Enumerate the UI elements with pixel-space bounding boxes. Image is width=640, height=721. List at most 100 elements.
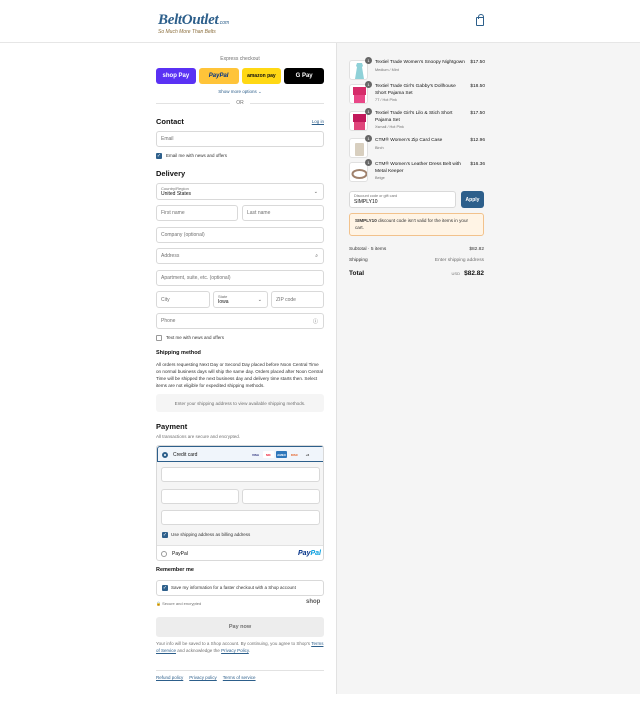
brand-logo[interactable]: BeltOutlet.com So Much More Than Belts bbox=[158, 11, 230, 36]
shipping-row: Shipping Enter shipping address bbox=[349, 258, 484, 263]
zip-field[interactable]: ZIP code bbox=[271, 291, 324, 308]
item-title: CTM® Women's Zip Card Case bbox=[375, 138, 443, 143]
discount-error-notice: SIMPLY10 discount code isn't valid for t… bbox=[349, 213, 484, 236]
total-row: Total USD $82.82 bbox=[349, 270, 484, 277]
name-on-card-field[interactable] bbox=[161, 510, 320, 525]
item-variant: Medium / Mint bbox=[375, 67, 399, 72]
paypal-button[interactable]: PayPal bbox=[198, 68, 239, 84]
express-checkout-title: Express checkout bbox=[220, 56, 260, 62]
secure-encrypted-text: 🔒 Secure and encrypted bbox=[156, 601, 202, 606]
help-icon[interactable]: ⓘ bbox=[313, 318, 318, 325]
total-label: Total bbox=[349, 270, 365, 277]
item-variant: 7T / Hot Pink bbox=[375, 98, 397, 102]
footer-links: Refund policy Privacy policy Terms of se… bbox=[156, 675, 256, 680]
item-price: $18.50 bbox=[470, 84, 485, 89]
country-select[interactable]: Country/Region United States ⌄ bbox=[156, 183, 324, 200]
more-cards-badge: +6 bbox=[305, 452, 310, 457]
security-code-field[interactable] bbox=[242, 489, 320, 504]
shop-privacy-link[interactable]: Privacy Policy bbox=[221, 648, 249, 653]
item-title: Textiel Trade Women's Snoopy Nightgown bbox=[375, 60, 465, 65]
payment-subtitle: All transactions are secure and encrypte… bbox=[156, 434, 241, 439]
first-name-placeholder: First name bbox=[161, 210, 185, 216]
news-checkbox[interactable]: ✓ bbox=[156, 153, 162, 159]
terms-of-service-link[interactable]: Terms of service bbox=[223, 675, 256, 680]
last-name-field[interactable]: Last name bbox=[242, 205, 324, 221]
apartment-placeholder: Apartment, suite, etc. (optional) bbox=[161, 275, 231, 281]
remember-me-option[interactable]: ✓ Save my information for a faster check… bbox=[156, 580, 324, 596]
shopping-bag-icon[interactable] bbox=[476, 14, 484, 26]
save-info-checkbox[interactable]: ✓ bbox=[162, 585, 168, 591]
company-field[interactable]: Company (optional) bbox=[156, 227, 324, 243]
amex-icon: AMEX bbox=[276, 451, 287, 458]
brand-suffix: .com bbox=[218, 20, 230, 26]
state-select[interactable]: State Iowa ⌄ bbox=[213, 291, 268, 308]
privacy-policy-link[interactable]: Privacy policy bbox=[189, 675, 217, 680]
expiry-field[interactable] bbox=[161, 489, 239, 504]
credit-card-radio[interactable] bbox=[162, 452, 168, 458]
card-number-field[interactable] bbox=[161, 467, 320, 482]
amazon-pay-button[interactable]: amazon pay bbox=[241, 68, 282, 84]
shop-logo: shop bbox=[306, 599, 321, 605]
legal-mid: and acknowledge the bbox=[177, 648, 220, 653]
billing-label: Use shipping address as billing address bbox=[171, 532, 251, 537]
cart-item: 1 Textiel Trade Girl's Gabby's Dollhouse… bbox=[349, 81, 485, 110]
apartment-field[interactable]: Apartment, suite, etc. (optional) bbox=[156, 270, 324, 286]
phone-field[interactable]: Phone ⓘ bbox=[156, 313, 324, 329]
secure-label: Secure and encrypted bbox=[162, 601, 202, 606]
delivery-heading: Delivery bbox=[156, 169, 186, 178]
item-name: Textiel Trade Girl's Lilo & Stich Short … bbox=[375, 111, 467, 130]
legal-end: . bbox=[248, 648, 251, 653]
company-placeholder: Company (optional) bbox=[161, 232, 205, 238]
item-name: Textiel Trade Girl's Gabby's Dollhouse S… bbox=[375, 84, 467, 103]
shipping-description: All orders requesting Next Day or Second… bbox=[156, 362, 323, 388]
apply-discount-button[interactable]: Apply bbox=[461, 191, 484, 208]
first-name-field[interactable]: First name bbox=[156, 205, 238, 221]
legal-text: Your info will be saved to a Shop accoun… bbox=[156, 640, 324, 654]
credit-card-option[interactable]: Credit card VISA MC AMEX DISC +6 bbox=[157, 446, 323, 462]
login-link[interactable]: Log in bbox=[300, 119, 324, 124]
discount-value: SIMPLY10 bbox=[354, 199, 378, 205]
item-name: Textiel Trade Women's Snoopy Nightgown Me… bbox=[375, 60, 467, 73]
credit-card-label: Credit card bbox=[173, 452, 198, 458]
last-name-placeholder: Last name bbox=[247, 210, 271, 216]
paypal-radio[interactable] bbox=[161, 551, 167, 557]
shipping-heading: Shipping method bbox=[156, 350, 201, 356]
notice-code: SIMPLY10 bbox=[355, 218, 377, 223]
google-pay-button[interactable]: G Pay bbox=[284, 68, 324, 84]
item-price: $16.36 bbox=[470, 162, 485, 167]
show-more-options-link[interactable]: Show more options ⌄ bbox=[156, 89, 324, 95]
quantity-badge: 1 bbox=[365, 57, 372, 64]
phone-placeholder: Phone bbox=[161, 318, 176, 324]
express-buttons: shop Pay PayPal amazon pay G Pay bbox=[156, 68, 324, 84]
email-field[interactable]: Email bbox=[156, 131, 324, 147]
search-icon: ⌕ bbox=[315, 253, 318, 259]
mastercard-icon: MC bbox=[263, 451, 274, 458]
remember-heading: Remember me bbox=[156, 567, 194, 573]
refund-policy-link[interactable]: Refund policy bbox=[156, 675, 183, 680]
shipping-label: Shipping bbox=[349, 258, 368, 263]
discover-icon: DISC bbox=[290, 452, 299, 457]
address-placeholder: Address bbox=[161, 253, 180, 259]
quantity-badge: 1 bbox=[365, 135, 372, 142]
paypal-option[interactable]: PayPal PayPal bbox=[157, 546, 323, 560]
cart-item: 1 CTM® Women's Leather Dress Belt with M… bbox=[349, 159, 485, 188]
city-field[interactable]: City bbox=[156, 291, 210, 308]
billing-checkbox[interactable]: ✓ bbox=[162, 532, 168, 538]
text-checkbox[interactable] bbox=[156, 335, 162, 341]
item-price: $12.96 bbox=[470, 138, 485, 143]
save-info-label: Save my information for a faster checkou… bbox=[171, 585, 296, 590]
shop-pay-button[interactable]: shop Pay bbox=[156, 68, 196, 84]
item-title: Textiel Trade Girl's Lilo & Stich Short … bbox=[375, 111, 453, 123]
discount-code-field[interactable]: Discount code or gift card SIMPLY10 bbox=[349, 191, 456, 208]
chevron-down-icon: ⌄ bbox=[313, 188, 318, 195]
quantity-badge: 1 bbox=[365, 108, 372, 115]
legal-body: Your info will be saved to a Shop accoun… bbox=[156, 641, 311, 646]
pay-now-button[interactable]: Pay now bbox=[156, 617, 324, 637]
card-brands: VISA MC AMEX DISC +6 bbox=[250, 451, 313, 458]
paypal-logo-b: Pal bbox=[310, 550, 321, 557]
shipping-value: Enter shipping address bbox=[434, 258, 484, 263]
total-value: $82.82 bbox=[464, 270, 484, 277]
item-variant: Birch bbox=[375, 145, 384, 150]
payment-heading: Payment bbox=[156, 422, 188, 431]
address-field[interactable]: Address ⌕ bbox=[156, 248, 324, 264]
